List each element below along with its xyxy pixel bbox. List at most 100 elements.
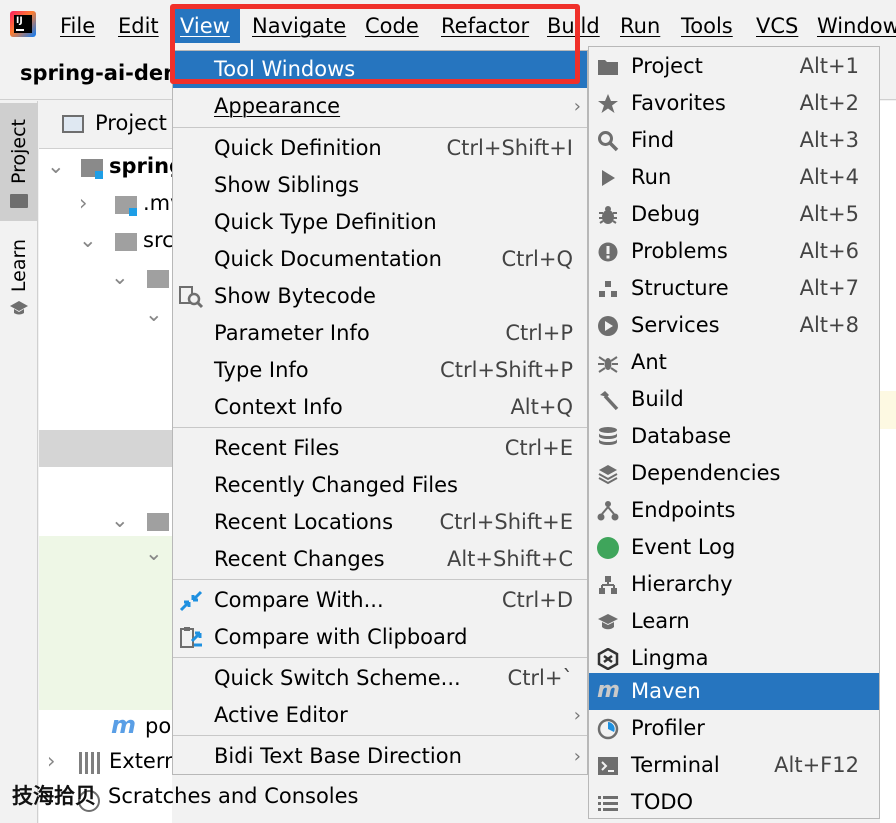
menu-item-compare-with-clipboard[interactable]: Compare with Clipboard bbox=[173, 619, 587, 656]
submenu-item-run[interactable]: Run Alt+4 bbox=[589, 159, 879, 196]
view-menu: Tool Windows Appearance › Quick Definiti… bbox=[172, 50, 588, 775]
submenu-item-shortcut: Alt+7 bbox=[799, 276, 859, 300]
tool-windows-submenu: Project Alt+1 Favorites Alt+2 Find Alt+3… bbox=[588, 46, 880, 819]
menu-item-show-siblings[interactable]: Show Siblings bbox=[173, 167, 587, 204]
submenu-item-maven[interactable]: m Maven bbox=[589, 673, 879, 710]
menu-code[interactable]: Code bbox=[359, 9, 425, 43]
menu-window[interactable]: Window bbox=[811, 9, 896, 43]
menu-build[interactable]: Build bbox=[541, 9, 606, 43]
menu-item-recent-locations[interactable]: Recent Locations Ctrl+Shift+E bbox=[173, 504, 587, 541]
menu-item-type-info[interactable]: Type Info Ctrl+Shift+P bbox=[173, 352, 587, 389]
menu-view[interactable]: View bbox=[174, 9, 240, 43]
menu-item-label: Show Siblings bbox=[214, 173, 360, 197]
tree-row[interactable]: ⌄ bbox=[39, 260, 172, 297]
menu-refactor[interactable]: Refactor bbox=[435, 9, 535, 43]
menu-item-context-info[interactable]: Context Info Alt+Q bbox=[173, 389, 587, 426]
menu-item-show-bytecode[interactable]: Show Bytecode bbox=[173, 278, 587, 315]
menu-item-bidi-text[interactable]: Bidi Text Base Direction › bbox=[173, 738, 587, 775]
menu-item-tool-windows[interactable]: Tool Windows bbox=[173, 51, 587, 88]
submenu-item-label: Favorites bbox=[631, 91, 726, 115]
tree-row[interactable]: ⌄ bbox=[39, 503, 172, 540]
submenu-item-terminal[interactable]: Terminal Alt+F12 bbox=[589, 747, 879, 784]
submenu-item-project[interactable]: Project Alt+1 bbox=[589, 48, 879, 85]
menu-item-label: Recent Files bbox=[214, 436, 340, 460]
tree-row[interactable]: ⌄ src bbox=[39, 223, 174, 260]
folder-icon bbox=[147, 513, 169, 531]
menu-item-parameter-info[interactable]: Parameter Info Ctrl+P bbox=[173, 315, 587, 352]
menu-item-recently-changed-files[interactable]: Recently Changed Files bbox=[173, 467, 587, 504]
submenu-item-profiler[interactable]: Profiler bbox=[589, 710, 879, 747]
tree-row-modified[interactable]: ⌄ bbox=[39, 536, 172, 710]
submenu-item-favorites[interactable]: Favorites Alt+2 bbox=[589, 85, 879, 122]
structure-icon bbox=[599, 281, 617, 297]
menu-item-shortcut: Alt+Shift+C bbox=[446, 547, 573, 571]
submenu-item-find[interactable]: Find Alt+3 bbox=[589, 122, 879, 159]
submenu-item-label: Maven bbox=[631, 679, 701, 703]
chevron-right-icon: › bbox=[573, 705, 581, 726]
chevron-right-icon: › bbox=[79, 191, 88, 215]
submenu-item-shortcut: Alt+4 bbox=[799, 165, 859, 189]
search-icon bbox=[598, 131, 619, 152]
menu-file[interactable]: File bbox=[54, 9, 101, 43]
menu-item-quick-switch-scheme[interactable]: Quick Switch Scheme... Ctrl+` bbox=[173, 660, 587, 697]
menu-separator bbox=[173, 127, 587, 128]
library-icon bbox=[79, 752, 101, 774]
tab-project[interactable]: Project bbox=[0, 103, 38, 221]
submenu-item-services[interactable]: Services Alt+8 bbox=[589, 307, 879, 344]
menu-item-appearance[interactable]: Appearance › bbox=[173, 88, 587, 125]
submenu-item-learn[interactable]: Learn bbox=[589, 603, 879, 640]
menu-edit[interactable]: Edit bbox=[112, 9, 165, 43]
tree-item-scratches[interactable]: Scratches and Consoles bbox=[108, 784, 359, 808]
tab-project-label: Project bbox=[8, 119, 30, 185]
submenu-item-dependencies[interactable]: Dependencies bbox=[589, 455, 879, 492]
editor-area[interactable] bbox=[880, 101, 896, 823]
tree-row[interactable]: ⌄ bbox=[39, 297, 172, 334]
menu-item-recent-changes[interactable]: Recent Changes Alt+Shift+C bbox=[173, 541, 587, 578]
ant-icon bbox=[598, 356, 618, 373]
submenu-item-lingma[interactable]: Lingma bbox=[589, 640, 879, 677]
tree-row[interactable]: m po bbox=[39, 709, 172, 746]
tree-row[interactable]: ⌄ spring bbox=[39, 149, 184, 186]
submenu-item-endpoints[interactable]: Endpoints bbox=[589, 492, 879, 529]
layers-icon bbox=[598, 465, 618, 485]
menu-run[interactable]: Run bbox=[614, 9, 666, 43]
submenu-item-structure[interactable]: Structure Alt+7 bbox=[589, 270, 879, 307]
menu-item-quick-documentation[interactable]: Quick Documentation Ctrl+Q bbox=[173, 241, 587, 278]
menu-bar: IJ File Edit View Navigate Code Refactor… bbox=[0, 0, 896, 50]
submenu-item-problems[interactable]: Problems Alt+6 bbox=[589, 233, 879, 270]
tree-row-selected[interactable] bbox=[39, 430, 172, 467]
menu-separator bbox=[173, 427, 587, 428]
event-log-icon bbox=[597, 537, 619, 559]
submenu-item-event-log[interactable]: Event Log bbox=[589, 529, 879, 566]
chevron-down-icon: ⌄ bbox=[145, 541, 163, 565]
menu-vcs[interactable]: VCS bbox=[750, 9, 804, 43]
submenu-item-database[interactable]: Database bbox=[589, 418, 879, 455]
tree-row[interactable]: › Extern bbox=[39, 744, 177, 781]
menu-item-active-editor[interactable]: Active Editor › bbox=[173, 697, 587, 734]
menu-item-recent-files[interactable]: Recent Files Ctrl+E bbox=[173, 430, 587, 467]
menu-item-compare-with[interactable]: Compare With... Ctrl+D bbox=[173, 582, 587, 619]
project-name[interactable]: spring-ai-dem bbox=[20, 61, 185, 85]
submenu-item-label: Run bbox=[631, 165, 672, 189]
chevron-right-icon: › bbox=[573, 746, 581, 767]
menu-item-label: Quick Documentation bbox=[214, 247, 442, 271]
menu-navigate[interactable]: Navigate bbox=[246, 9, 352, 43]
submenu-item-todo[interactable]: TODO bbox=[589, 784, 879, 821]
submenu-item-debug[interactable]: Debug Alt+5 bbox=[589, 196, 879, 233]
tree-row[interactable]: › .mv bbox=[39, 186, 183, 223]
menu-item-quick-type-definition[interactable]: Quick Type Definition bbox=[173, 204, 587, 241]
submenu-item-hierarchy[interactable]: Hierarchy bbox=[589, 566, 879, 603]
menu-item-shortcut: Ctrl+` bbox=[507, 666, 573, 690]
submenu-item-label: Problems bbox=[631, 239, 728, 263]
tab-learn[interactable]: Learn bbox=[0, 239, 38, 329]
submenu-item-ant[interactable]: Ant bbox=[589, 344, 879, 381]
menu-item-quick-definition[interactable]: Quick Definition Ctrl+Shift+I bbox=[173, 130, 587, 167]
warning-icon bbox=[598, 242, 618, 262]
submenu-item-build[interactable]: Build bbox=[589, 381, 879, 418]
menu-tools[interactable]: Tools bbox=[675, 9, 739, 43]
submenu-item-label: Endpoints bbox=[631, 498, 736, 522]
hierarchy-icon bbox=[599, 576, 617, 594]
maven-icon: m bbox=[111, 711, 137, 739]
folder-icon bbox=[598, 60, 618, 75]
submenu-item-label: Ant bbox=[631, 350, 667, 374]
